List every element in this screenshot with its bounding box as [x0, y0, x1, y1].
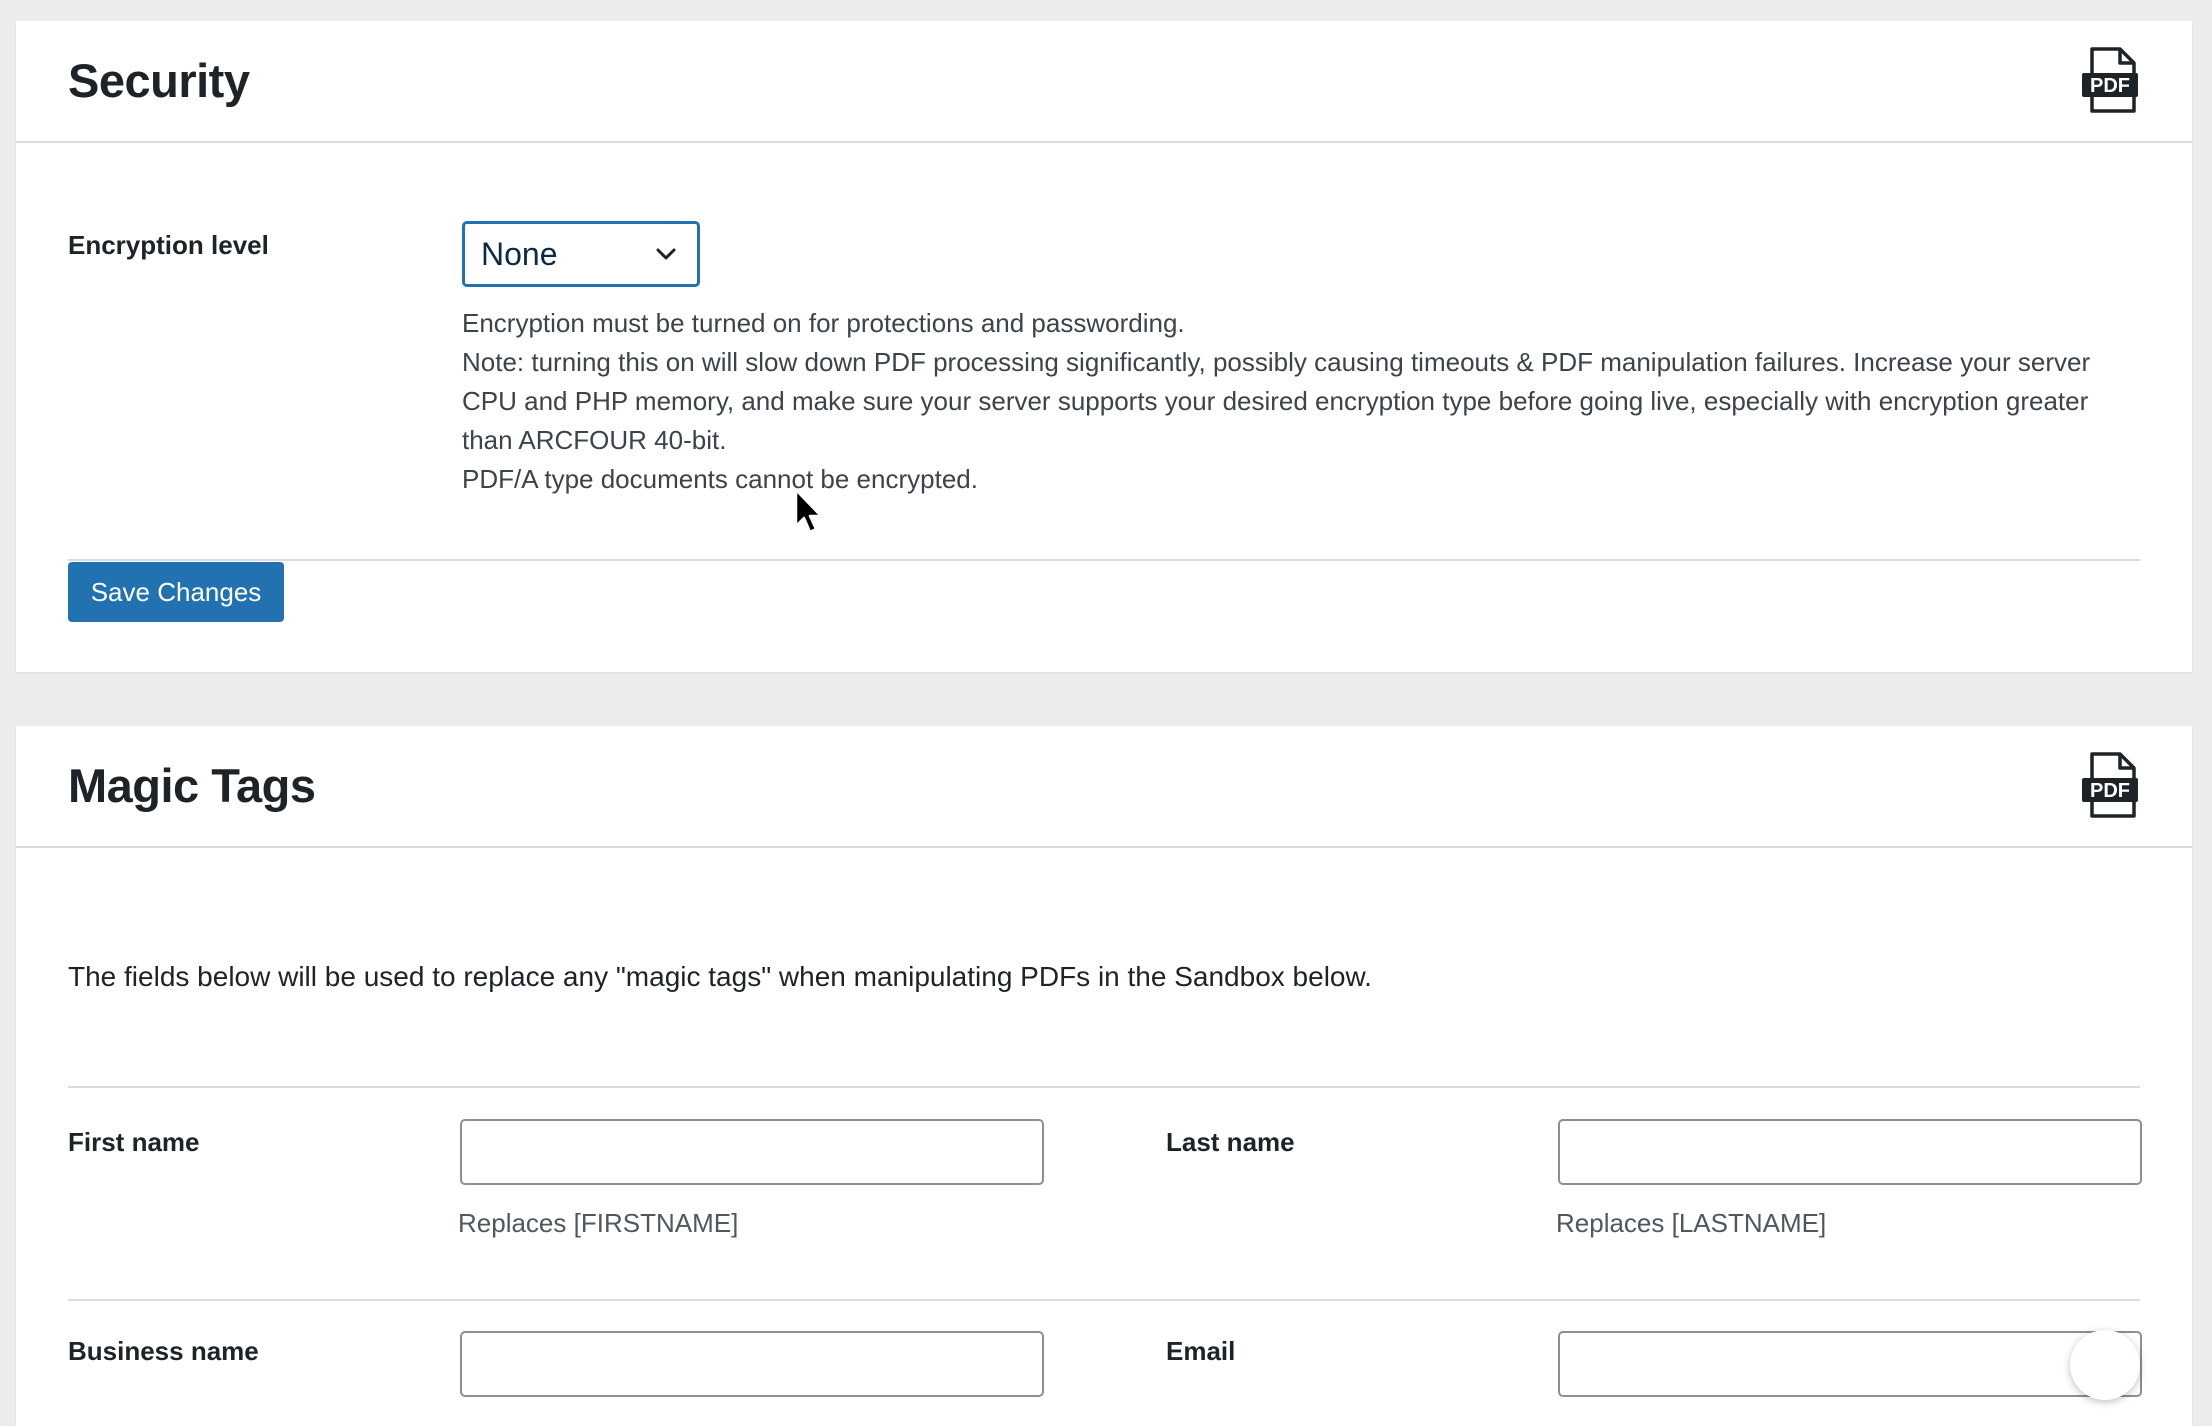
security-divider — [68, 559, 2140, 561]
encryption-note-3: PDF/A type documents cannot be encrypted… — [462, 464, 978, 494]
encryption-level-select[interactable]: None — [462, 221, 700, 287]
magic-tags-panel: Magic Tags PDF The fields below will be … — [16, 726, 2192, 1426]
magic-tags-divider-mid — [68, 1299, 2140, 1301]
mouse-pointer-icon — [794, 488, 823, 534]
svg-text:PDF: PDF — [2090, 780, 2130, 802]
encryption-description: Encryption must be turned on for protect… — [462, 304, 2142, 499]
email-label: Email — [1166, 1336, 1236, 1366]
security-title: Security — [68, 54, 250, 107]
magic-tags-intro: The fields below will be used to replace… — [68, 961, 1372, 992]
first-name-label: First name — [68, 1127, 200, 1157]
magic-tags-divider-top — [68, 1086, 2140, 1088]
security-panel: Security PDF Encryption level None Encry… — [16, 21, 2192, 672]
first-name-input[interactable] — [460, 1119, 1044, 1185]
magic-tags-header: Magic Tags PDF — [16, 726, 2192, 848]
save-changes-button[interactable]: Save Changes — [68, 562, 284, 622]
encryption-note-1: Encryption must be turned on for protect… — [462, 308, 1185, 338]
chevron-down-icon — [656, 248, 676, 260]
email-input[interactable] — [1558, 1331, 2142, 1397]
last-name-input[interactable] — [1558, 1119, 2142, 1185]
svg-text:PDF: PDF — [2090, 75, 2130, 97]
floating-help-button[interactable] — [2070, 1330, 2140, 1400]
business-name-label: Business name — [68, 1336, 259, 1366]
encryption-level-value: None — [481, 235, 558, 272]
pdf-file-icon: PDF — [2082, 47, 2138, 113]
encryption-level-label: Encryption level — [68, 230, 269, 260]
security-header: Security PDF — [16, 21, 2192, 143]
pdf-file-icon: PDF — [2082, 752, 2138, 818]
magic-tags-title: Magic Tags — [68, 759, 316, 812]
business-name-input[interactable] — [460, 1331, 1044, 1397]
first-name-hint: Replaces [FIRSTNAME] — [458, 1208, 739, 1238]
last-name-label: Last name — [1166, 1127, 1295, 1157]
encryption-note-2: Note: turning this on will slow down PDF… — [462, 347, 2091, 455]
last-name-hint: Replaces [LASTNAME] — [1556, 1208, 1827, 1238]
